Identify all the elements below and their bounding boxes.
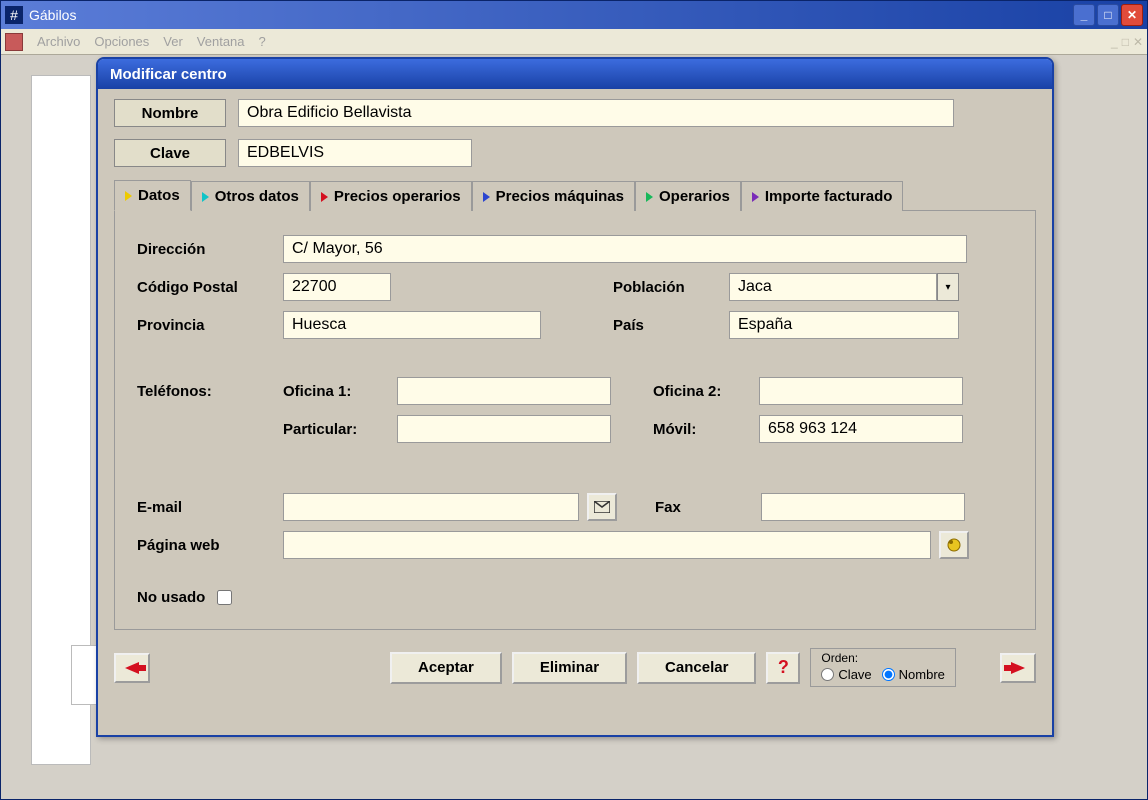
poblacion-label: Población	[613, 279, 729, 296]
previous-record-button[interactable]	[114, 653, 150, 683]
clave-input[interactable]	[238, 139, 472, 167]
envelope-icon	[594, 501, 610, 513]
tab-arrow-icon	[752, 192, 759, 202]
tab-arrow-icon	[321, 192, 328, 202]
tab-panel-datos: Dirección Código Postal Población ▾	[114, 210, 1036, 630]
pais-label: País	[613, 317, 729, 334]
mdi-area: Modificar centro Nombre Clave Datos	[1, 55, 1147, 799]
provincia-input[interactable]	[283, 311, 541, 339]
orden-group: Orden: Clave Nombre	[810, 648, 956, 687]
tab-otros-datos[interactable]: Otros datos	[191, 181, 310, 211]
codigo-postal-label: Código Postal	[137, 279, 283, 296]
nombre-input[interactable]	[238, 99, 954, 127]
modificar-centro-dialog: Modificar centro Nombre Clave Datos	[96, 57, 1054, 737]
particular-input[interactable]	[397, 415, 611, 443]
movil-label: Móvil:	[653, 421, 759, 438]
globe-icon	[946, 537, 962, 553]
menu-opciones[interactable]: Opciones	[94, 34, 149, 49]
menu-help[interactable]: ?	[259, 34, 266, 49]
mdi-controls: _ □ ✕	[1111, 35, 1143, 49]
clave-label: Clave	[114, 139, 226, 167]
menubar: Archivo Opciones Ver Ventana ? _ □ ✕	[1, 29, 1147, 55]
next-record-button[interactable]	[1000, 653, 1036, 683]
tab-operarios[interactable]: Operarios	[635, 181, 741, 211]
mdi-restore-icon[interactable]: □	[1122, 35, 1129, 49]
menu-ventana[interactable]: Ventana	[197, 34, 245, 49]
close-button[interactable]: ✕	[1121, 4, 1143, 26]
oficina2-input[interactable]	[759, 377, 963, 405]
arrow-left-icon	[125, 662, 139, 674]
pagina-web-label: Página web	[137, 537, 283, 554]
tab-arrow-icon	[125, 191, 132, 201]
email-label: E-mail	[137, 499, 283, 516]
minimize-button[interactable]: _	[1073, 4, 1095, 26]
arrow-right-icon	[1011, 662, 1025, 674]
mdi-close-icon[interactable]: ✕	[1133, 35, 1143, 49]
main-titlebar: # Gábilos _ □ ✕	[1, 1, 1147, 29]
oficina1-label: Oficina 1:	[283, 383, 397, 400]
fax-input[interactable]	[761, 493, 965, 521]
app-logo-icon: #	[5, 6, 23, 24]
menu-archivo[interactable]: Archivo	[37, 34, 80, 49]
poblacion-input[interactable]	[729, 273, 937, 301]
email-send-button[interactable]	[587, 493, 617, 521]
direccion-label: Dirección	[137, 241, 283, 258]
no-usado-label: No usado	[137, 589, 205, 606]
pagina-web-input[interactable]	[283, 531, 931, 559]
pais-input[interactable]	[729, 311, 959, 339]
particular-label: Particular:	[283, 421, 397, 438]
dialog-title: Modificar centro	[98, 59, 1052, 89]
poblacion-lookup-button[interactable]: ▾	[937, 273, 959, 301]
movil-input[interactable]	[759, 415, 963, 443]
oficina1-input[interactable]	[397, 377, 611, 405]
telefonos-label: Teléfonos:	[137, 383, 283, 400]
aceptar-button[interactable]: Aceptar	[390, 652, 502, 684]
tab-datos[interactable]: Datos	[114, 180, 191, 211]
tab-precios-operarios[interactable]: Precios operarios	[310, 181, 472, 211]
main-window: # Gábilos _ □ ✕ Archivo Opciones Ver Ven…	[0, 0, 1148, 800]
orden-label: Orden:	[821, 651, 945, 665]
fax-label: Fax	[655, 499, 727, 516]
help-button[interactable]: ?	[766, 652, 800, 684]
app-title: Gábilos	[29, 7, 1073, 23]
tab-importe-facturado[interactable]: Importe facturado	[741, 181, 904, 211]
menu-ver[interactable]: Ver	[163, 34, 183, 49]
tab-precios-maquinas[interactable]: Precios máquinas	[472, 181, 635, 211]
app-doc-icon	[5, 33, 23, 51]
orden-nombre-radio[interactable]: Nombre	[882, 667, 945, 682]
maximize-button[interactable]: □	[1097, 4, 1119, 26]
direccion-input[interactable]	[283, 235, 967, 263]
email-input[interactable]	[283, 493, 579, 521]
provincia-label: Provincia	[137, 317, 283, 334]
orden-clave-radio[interactable]: Clave	[821, 667, 871, 682]
tab-arrow-icon	[483, 192, 490, 202]
tab-arrow-icon	[202, 192, 209, 202]
tab-arrow-icon	[646, 192, 653, 202]
eliminar-button[interactable]: Eliminar	[512, 652, 627, 684]
cancelar-button[interactable]: Cancelar	[637, 652, 756, 684]
oficina2-label: Oficina 2:	[653, 383, 759, 400]
web-browse-button[interactable]	[939, 531, 969, 559]
mdi-minimize-icon[interactable]: _	[1111, 35, 1118, 49]
codigo-postal-input[interactable]	[283, 273, 391, 301]
nombre-label: Nombre	[114, 99, 226, 127]
no-usado-checkbox[interactable]	[217, 590, 232, 605]
